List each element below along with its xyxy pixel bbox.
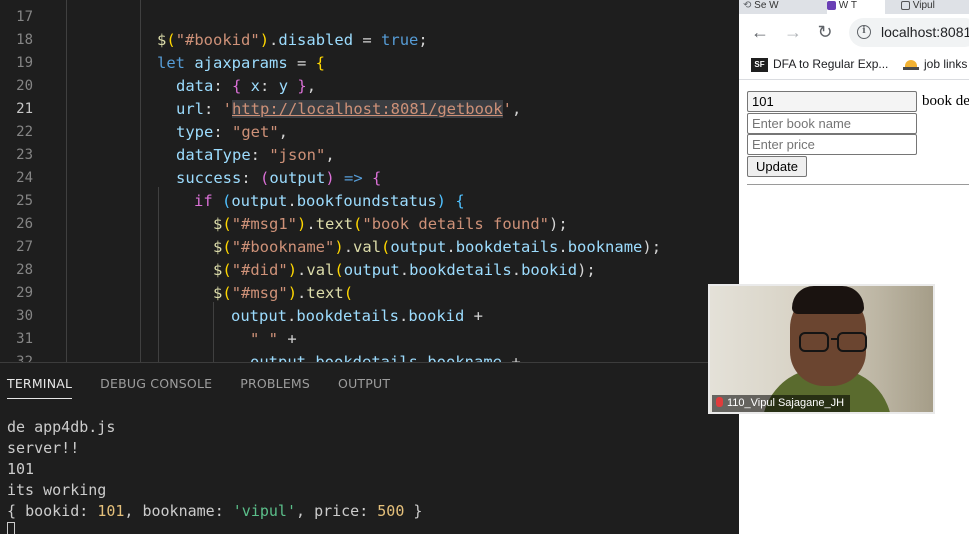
code-line-28: $("#did").val(output.bookdetails.bookid)… (213, 261, 596, 279)
code-line-27: $("#bookname").val(output.bookdetails.bo… (213, 238, 662, 256)
browser-toolbar: ← → ↻ i localhost:8081 (739, 14, 969, 50)
line-number: 32 (16, 354, 33, 362)
address-bar[interactable]: i localhost:8081 (849, 18, 969, 47)
code-line-25: if (output.bookfoundstatus) { (194, 192, 465, 210)
line-number: 18 (16, 32, 33, 48)
code-line-26: $("#msg1").text("book details found"); (213, 215, 568, 233)
browser-tab[interactable]: W T (827, 0, 885, 14)
indent-guide (140, 0, 141, 362)
terminal-object-line: { bookid: 101, bookname: 'vipul', price:… (7, 502, 423, 520)
code-area[interactable]: $("#bookid").disabled = true; let ajaxpa… (64, 0, 739, 362)
bookmark-dfa[interactable]: SF DFA to Regular Exp... (751, 57, 888, 72)
line-number: 26 (16, 216, 33, 232)
message-label: book details found (922, 93, 969, 109)
horizontal-rule (747, 184, 969, 185)
person-hair (792, 286, 864, 314)
terminal-panel[interactable]: TERMINAL DEBUG CONSOLE PROBLEMS OUTPUT d… (0, 362, 739, 534)
mic-muted-icon (716, 397, 723, 407)
glasses-lens (799, 332, 829, 352)
glasses-lens (837, 332, 867, 352)
bookid-input[interactable] (747, 91, 917, 112)
browser-tabstrip: ⟲ Se W W T Vipul (739, 0, 969, 14)
terminal-prompt[interactable] (7, 519, 15, 534)
line-number: 24 (16, 170, 33, 186)
tab-output[interactable]: OUTPUT (324, 363, 404, 405)
url-text: localhost:8081 (881, 24, 969, 40)
panel-tabs: TERMINAL DEBUG CONSOLE PROBLEMS OUTPUT (0, 363, 404, 405)
code-line-18: $("#bookid").disabled = true; (157, 31, 428, 49)
salesforce-icon: SF (751, 57, 768, 72)
update-button[interactable]: Update (747, 156, 807, 177)
hat-icon (903, 59, 919, 70)
info-icon[interactable]: i (857, 25, 871, 39)
browser-tab[interactable]: Vipul (901, 0, 969, 14)
code-line-23: dataType: "json", (176, 146, 335, 164)
terminal-output-line: its working (7, 481, 107, 499)
line-number: 20 (16, 78, 33, 94)
tab-terminal[interactable]: TERMINAL (0, 363, 86, 405)
terminal-output-line: de app4db.js (7, 418, 116, 436)
terminal-output-line: server!! (7, 439, 80, 457)
back-button[interactable]: ← (747, 19, 773, 45)
bookmark-job-links[interactable]: job links (903, 57, 967, 71)
tab-problems[interactable]: PROBLEMS (226, 363, 324, 405)
line-number: 22 (16, 124, 33, 140)
line-number: 31 (16, 331, 33, 347)
indent-guide (66, 0, 67, 362)
line-number: 19 (16, 55, 33, 71)
code-line-31: " " + (250, 330, 297, 348)
webcam-overlay[interactable]: 110_Vipul Sajagane_JH (708, 284, 935, 414)
code-line-29: $("#msg").text( (213, 284, 354, 302)
line-number: 30 (16, 308, 33, 324)
participant-name-tag: 110_Vipul Sajagane_JH (712, 395, 851, 412)
line-number: 29 (16, 285, 33, 301)
tab-debug-console[interactable]: DEBUG CONSOLE (86, 363, 226, 405)
code-line-32: output.bookdetails.bookname + (250, 353, 521, 362)
bookname-input[interactable] (747, 113, 917, 134)
terminal-output-line: 101 (7, 460, 35, 478)
code-line-24: success: (output) => { (176, 169, 382, 187)
line-number: 23 (16, 147, 33, 163)
browser-window: ⟲ Se W W T Vipul ← → ↻ i localhost:8081 … (739, 0, 969, 534)
forward-button[interactable]: → (780, 19, 806, 45)
code-editor[interactable]: 17 18 19 20 21 22 23 24 25 26 27 28 29 3… (0, 0, 739, 362)
code-line-20: data: { x: y }, (176, 77, 317, 95)
line-number-gutter: 17 18 19 20 21 22 23 24 25 26 27 28 29 3… (0, 0, 50, 362)
code-line-21: url: 'http://localhost:8081/getbook', (176, 100, 522, 118)
line-number: 17 (16, 9, 33, 25)
price-input[interactable] (747, 134, 917, 155)
terminal-cursor (7, 522, 15, 534)
code-line-22: type: "get", (176, 123, 289, 141)
indent-guide (158, 187, 159, 362)
line-number: 25 (16, 193, 33, 209)
line-number: 28 (16, 262, 33, 278)
glasses-bridge (831, 338, 837, 340)
url-link[interactable]: http://localhost:8081/getbook (232, 100, 503, 118)
code-line-30: output.bookdetails.bookid + (231, 307, 484, 325)
reload-button[interactable]: ↻ (812, 19, 838, 45)
code-line-19: let ajaxparams = { (157, 54, 325, 72)
browser-tab[interactable]: ⟲ Se W (743, 0, 805, 14)
line-number-active: 21 (16, 101, 33, 117)
tab-favicon-icon (827, 0, 836, 10)
indent-guide (213, 302, 214, 362)
line-number: 27 (16, 239, 33, 255)
bookmarks-bar: SF DFA to Regular Exp... job links (739, 50, 969, 80)
github-icon (901, 0, 910, 10)
